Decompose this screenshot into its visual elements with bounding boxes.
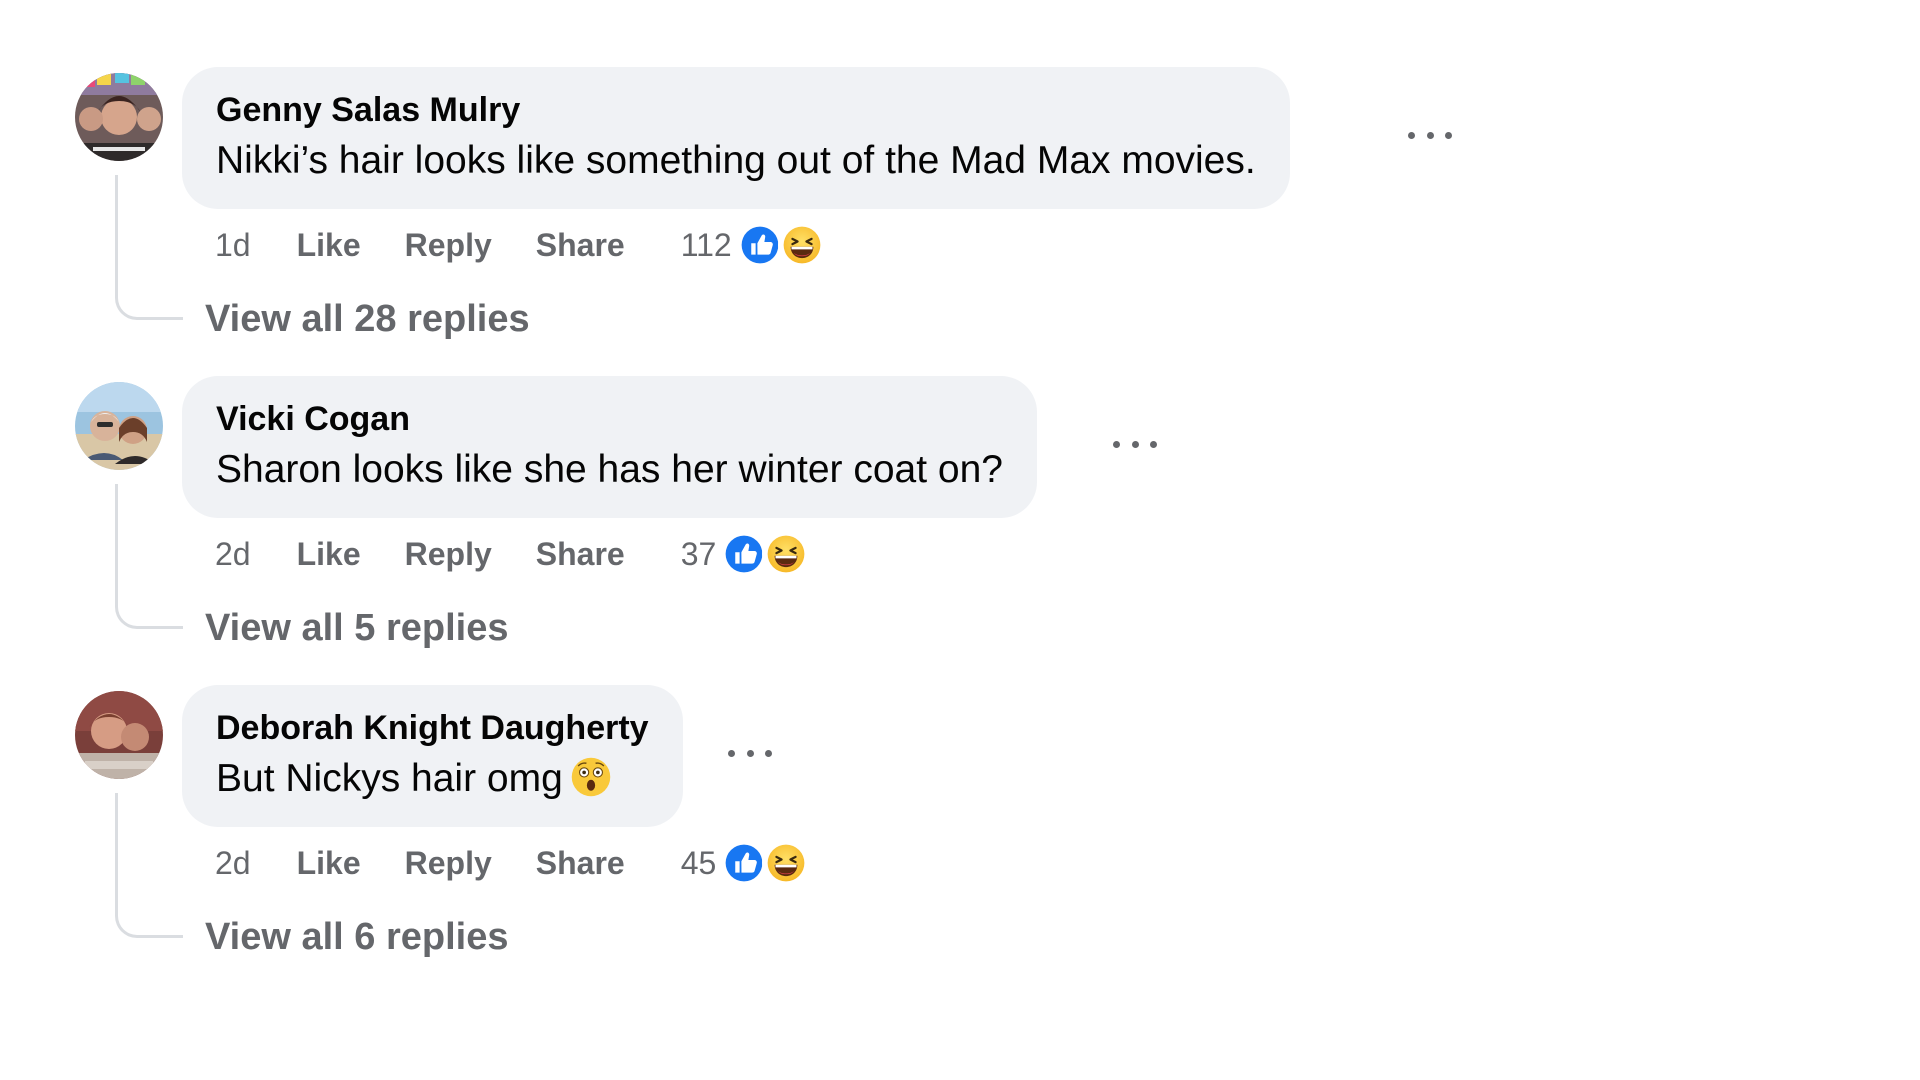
comment-text: But Nickys hair omg	[216, 753, 649, 805]
haha-icon	[762, 839, 811, 887]
thread-connector	[115, 484, 183, 629]
comment-actions: 2d Like Reply Share 45	[215, 838, 811, 888]
comment-text: Sharon looks like she has her winter coa…	[216, 448, 1003, 491]
more-options-icon[interactable]	[728, 736, 772, 770]
like-button[interactable]: Like	[297, 536, 361, 573]
thread-connector	[115, 793, 183, 938]
share-button[interactable]: Share	[536, 227, 625, 264]
like-icon	[720, 530, 769, 578]
reply-button[interactable]: Reply	[405, 536, 492, 573]
reaction-summary[interactable]	[720, 530, 811, 578]
comment: Vicki Cogan Sharon looks like she has he…	[0, 309, 1920, 649]
avatar[interactable]	[75, 382, 163, 470]
reaction-count[interactable]: 37	[681, 536, 717, 573]
thread-connector	[115, 175, 183, 320]
comment-timestamp[interactable]: 1d	[215, 227, 251, 264]
comment-actions: 2d Like Reply Share 37	[215, 529, 811, 579]
like-button[interactable]: Like	[297, 845, 361, 882]
reaction-count[interactable]: 112	[681, 227, 732, 264]
haha-icon	[762, 530, 811, 578]
share-button[interactable]: Share	[536, 845, 625, 882]
reply-button[interactable]: Reply	[405, 227, 492, 264]
comment-text-content: But Nickys hair omg	[216, 757, 563, 800]
more-options-icon[interactable]	[1408, 118, 1452, 152]
comment-author[interactable]: Genny Salas Mulry	[216, 89, 1256, 131]
like-icon	[720, 839, 769, 887]
comment-actions: 1d Like Reply Share 112	[215, 220, 826, 270]
comment-bubble: Vicki Cogan Sharon looks like she has he…	[182, 376, 1037, 518]
comment-bubble: Deborah Knight Daugherty But Nickys hair…	[182, 685, 683, 827]
comment: Genny Salas Mulry Nikki’s hair looks lik…	[0, 0, 1920, 340]
comment-bubble: Genny Salas Mulry Nikki’s hair looks lik…	[182, 67, 1290, 209]
comment-author[interactable]: Deborah Knight Daugherty	[216, 707, 649, 749]
comment-timestamp[interactable]: 2d	[215, 845, 251, 882]
astonished-face-icon	[569, 755, 613, 799]
comment-author[interactable]: Vicki Cogan	[216, 398, 1003, 440]
comment-text: Nikki’s hair looks like something out of…	[216, 139, 1256, 182]
like-icon	[735, 221, 784, 269]
avatar[interactable]	[75, 691, 163, 779]
reply-button[interactable]: Reply	[405, 845, 492, 882]
like-button[interactable]: Like	[297, 227, 361, 264]
reaction-summary[interactable]	[735, 221, 826, 269]
comment: Deborah Knight Daugherty But Nickys hair…	[0, 618, 1920, 958]
reaction-summary[interactable]	[720, 839, 811, 887]
reaction-count[interactable]: 45	[681, 845, 717, 882]
comment-timestamp[interactable]: 2d	[215, 536, 251, 573]
view-replies-link[interactable]: View all 6 replies	[205, 916, 508, 959]
more-options-icon[interactable]	[1113, 427, 1157, 461]
avatar[interactable]	[75, 73, 163, 161]
share-button[interactable]: Share	[536, 536, 625, 573]
haha-icon	[777, 221, 826, 269]
